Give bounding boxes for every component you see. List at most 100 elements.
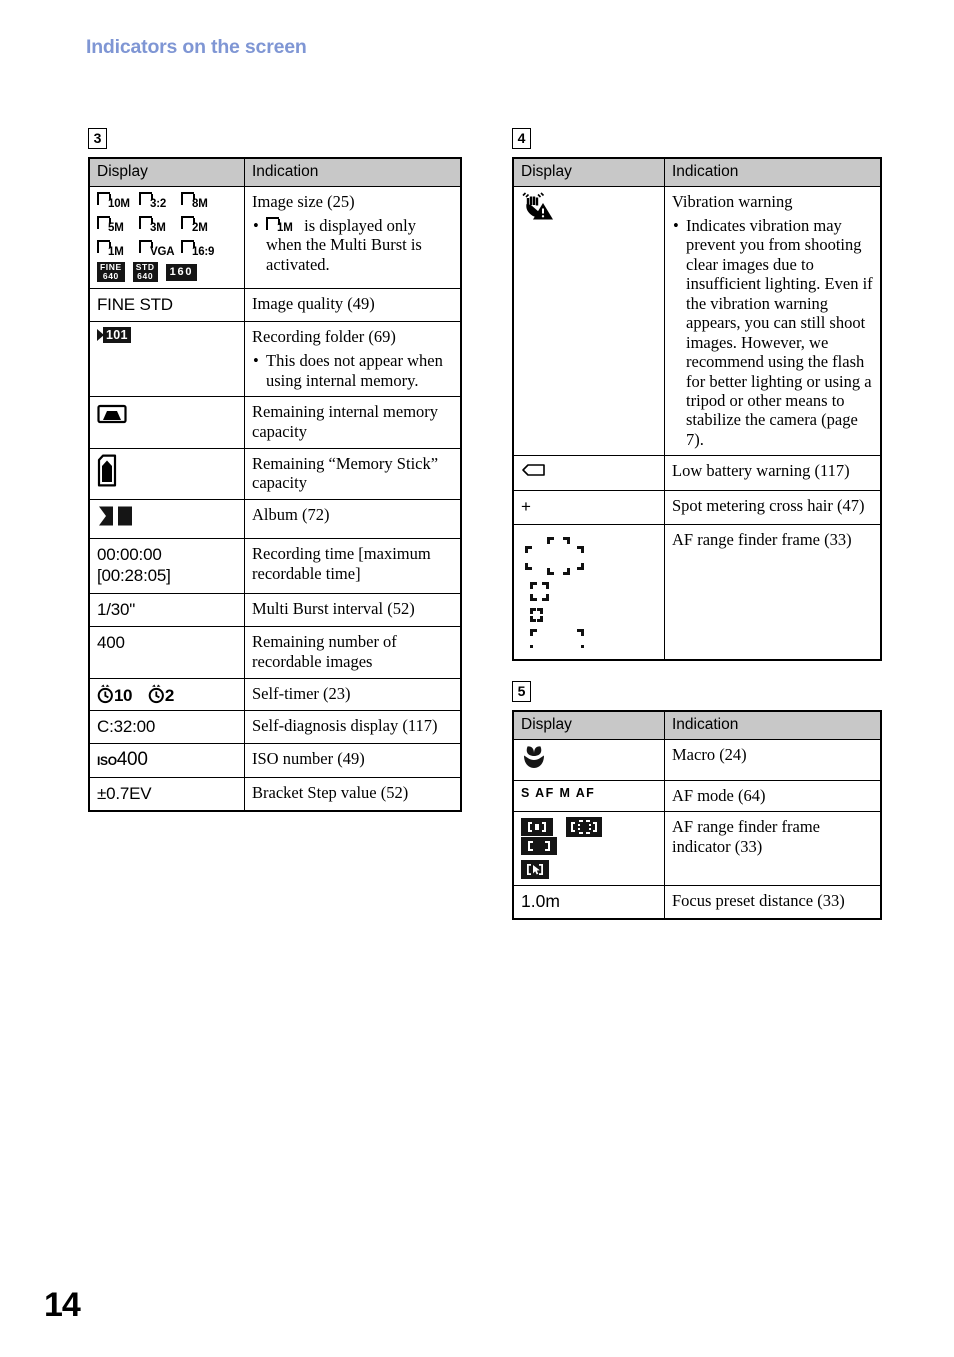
cell-indication: Recording folder (69) This does not appe… bbox=[244, 321, 462, 397]
cell-display: 10 2 bbox=[88, 677, 245, 711]
image-size-16-9-icon: 16:9 bbox=[181, 240, 223, 257]
cell-display: 00:00:00 [00:28:05] bbox=[88, 538, 245, 594]
cell-display: 10M 3:2 8M 5M 3M 2M 1M VGA 16:9 FINE 640 bbox=[88, 186, 245, 289]
cell-indication: Remaining number of recordable images bbox=[244, 625, 462, 679]
page-number: 14 bbox=[44, 1286, 81, 1324]
column-header-indication: Indication bbox=[664, 157, 882, 187]
image-size-1m-inline-icon: 1M bbox=[266, 216, 300, 234]
cell-indication: Self-timer (23) bbox=[244, 677, 462, 711]
table-row: S AF M AF AF mode (64) bbox=[512, 779, 882, 813]
cell-display: + bbox=[512, 490, 665, 525]
cell-indication: Remaining “Memory Stick” capacity bbox=[244, 447, 462, 501]
section-number-3: 3 bbox=[88, 128, 107, 149]
cell-display: 1.0m bbox=[512, 885, 665, 920]
image-size-vga-icon: VGA bbox=[139, 240, 181, 257]
table-header-row: Display Indication bbox=[88, 157, 462, 187]
section-number-5: 5 bbox=[512, 680, 531, 702]
cell-indication: Spot metering cross hair (47) bbox=[664, 490, 882, 525]
af-indicator-row-1 bbox=[521, 817, 657, 856]
left-column: 3 Display Indication 10M 3:2 8M 5M 3M 2M bbox=[88, 128, 462, 813]
af-indicator-flexible-spot-icon bbox=[521, 860, 549, 880]
indication-note: 1M is displayed only when the Multi Burs… bbox=[252, 216, 453, 274]
table-row: 00:00:00 [00:28:05] Recording time [maxi… bbox=[88, 538, 462, 594]
cell-indication: AF mode (64) bbox=[664, 779, 882, 813]
indication-note: Indicates vibration may prevent you from… bbox=[672, 216, 873, 450]
column-header-indication: Indication bbox=[244, 157, 462, 187]
badge-fine-640-icon: FINE 640 bbox=[97, 262, 125, 282]
af-indicator-wide-icon bbox=[521, 837, 557, 856]
table-row: C:32:00 Self-diagnosis display (117) bbox=[88, 709, 462, 744]
section-5-label-wrap: 5 bbox=[512, 680, 882, 702]
cell-display bbox=[512, 185, 665, 457]
cell-display bbox=[88, 447, 245, 501]
column-header-display: Display bbox=[88, 157, 245, 187]
vibration-warning-icon bbox=[522, 192, 553, 220]
cell-display: ISO400 bbox=[88, 742, 245, 778]
indicators-table-3: Display Indication 10M 3:2 8M 5M 3M 2M 1… bbox=[88, 157, 462, 813]
image-size-5m-icon: 5M bbox=[97, 216, 139, 233]
cell-display bbox=[512, 811, 665, 887]
cell-indication: Remaining internal memory capacity bbox=[244, 395, 462, 449]
self-timer-icon-group: 10 2 bbox=[97, 684, 237, 704]
album-icon bbox=[99, 506, 132, 526]
table-row: Remaining internal memory capacity bbox=[88, 395, 462, 449]
page-title: Indicators on the screen bbox=[86, 36, 307, 58]
column-header-indication: Indication bbox=[664, 710, 882, 740]
cell-display: FINE STD bbox=[88, 287, 245, 323]
cell-indication: Self-diagnosis display (117) bbox=[244, 709, 462, 744]
cell-indication: Low battery warning (117) bbox=[664, 455, 882, 492]
cell-display bbox=[88, 499, 245, 540]
table-row: 10M 3:2 8M 5M 3M 2M 1M VGA 16:9 FINE 640 bbox=[88, 186, 462, 289]
cell-display: ±0.7EV bbox=[88, 776, 245, 812]
indication-text: Image size (25) bbox=[252, 192, 355, 211]
table-row: 1.0m Focus preset distance (33) bbox=[512, 885, 882, 920]
af-indicator-row-2 bbox=[521, 860, 657, 880]
indication-note: This does not appear when using internal… bbox=[252, 351, 453, 390]
cell-indication: Vibration warning Indicates vibration ma… bbox=[664, 185, 882, 457]
cell-display: 1/30" bbox=[88, 592, 245, 627]
self-timer-10-icon: 10 bbox=[97, 684, 132, 704]
cell-indication: Multi Burst interval (52) bbox=[244, 592, 462, 627]
cell-display: C:32:00 bbox=[88, 709, 245, 744]
af-range-finder-frame-icon bbox=[525, 536, 584, 652]
cell-indication: Recording time [maximum recordable time] bbox=[244, 538, 462, 594]
table-row: 1/30" Multi Burst interval (52) bbox=[88, 592, 462, 627]
movie-quality-badge-row: FINE 640 STD 640 160 bbox=[97, 262, 237, 282]
image-size-3-2-icon: 3:2 bbox=[139, 192, 181, 209]
internal-memory-icon bbox=[97, 404, 127, 424]
section-4-label-wrap: 4 bbox=[512, 128, 882, 149]
cell-display bbox=[88, 395, 245, 449]
table-header-row: Display Indication bbox=[512, 157, 882, 187]
image-size-icon-grid: 10M 3:2 8M 5M 3M 2M 1M VGA 16:9 bbox=[97, 192, 225, 264]
cell-display: 400 bbox=[88, 625, 245, 679]
table-header-row: Display Indication bbox=[512, 710, 882, 740]
indicators-table-5: Display Indication Macro (24) S AF M AF bbox=[512, 709, 882, 921]
cell-indication: AF range finder frame (33) bbox=[664, 523, 882, 661]
table-row: 101 Recording folder (69) This does not … bbox=[88, 321, 462, 397]
cell-indication: Focus preset distance (33) bbox=[664, 885, 882, 920]
table-row: ISO400 ISO number (49) bbox=[88, 742, 462, 778]
cell-indication: Image quality (49) bbox=[244, 287, 462, 323]
table-row: FINE STD Image quality (49) bbox=[88, 287, 462, 323]
image-size-10m-icon: 10M bbox=[97, 192, 139, 209]
memory-stick-icon bbox=[97, 454, 117, 487]
af-indicator-multi-icon bbox=[566, 817, 602, 838]
table-row: 10 2 Self-timer (23) bbox=[88, 677, 462, 711]
table-row: Album (72) bbox=[88, 499, 462, 540]
cell-display bbox=[512, 523, 665, 661]
badge-std-640-icon: STD 640 bbox=[132, 262, 158, 282]
cell-display: S AF M AF bbox=[512, 779, 665, 813]
table-row: AF range finder frame (33) bbox=[512, 523, 882, 661]
iso-number-icon: ISO400 bbox=[97, 748, 148, 770]
indication-text: Recording folder (69) bbox=[252, 327, 396, 347]
image-size-3m-icon: 3M bbox=[139, 216, 181, 233]
indication-text: Vibration warning bbox=[672, 192, 793, 211]
table-row: Remaining “Memory Stick” capacity bbox=[88, 447, 462, 501]
cell-indication: ISO number (49) bbox=[244, 742, 462, 778]
macro-icon bbox=[524, 746, 544, 768]
image-size-1m-icon: 1M bbox=[97, 240, 139, 257]
cell-indication: Album (72) bbox=[244, 499, 462, 540]
table-row: Vibration warning Indicates vibration ma… bbox=[512, 185, 882, 457]
cell-display bbox=[512, 738, 665, 781]
cell-indication: Bracket Step value (52) bbox=[244, 776, 462, 812]
